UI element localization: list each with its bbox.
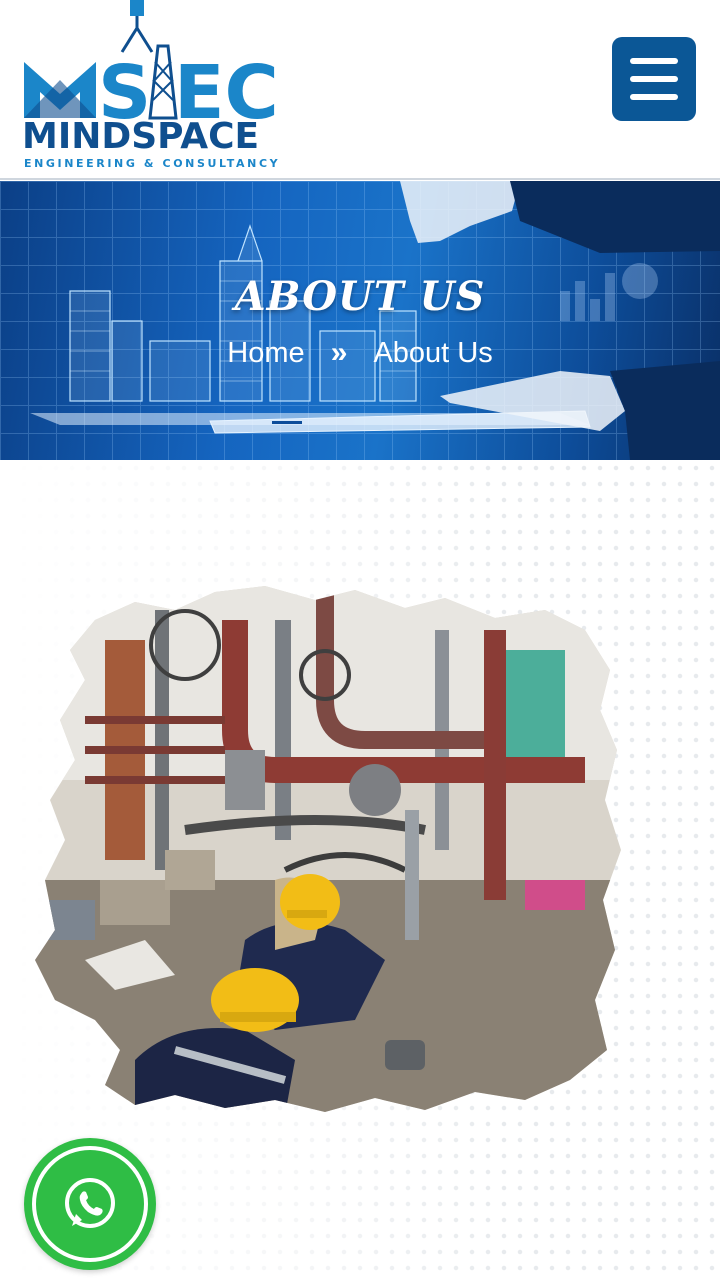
menu-button[interactable] [612, 37, 696, 121]
page-title: ABOUT US [234, 273, 486, 320]
industrial-pipework-photo [35, 586, 621, 1112]
banner-background-art [30, 181, 720, 460]
logo-name: MINDSPACE [22, 116, 260, 157]
logo-tagline: ENGINEERING & CONSULTANCY [24, 157, 281, 170]
breadcrumb-separator-icon: » [330, 336, 348, 370]
whatsapp-button[interactable] [24, 1138, 156, 1270]
whatsapp-icon [65, 1178, 115, 1228]
breadcrumb-current: About Us [373, 336, 493, 369]
site-header: S EC MINDSPACE ENGINEERING & CONSULTANCY [0, 0, 720, 180]
page-banner: ABOUT US Home » About Us [0, 181, 720, 460]
breadcrumb: Home » About Us [0, 336, 720, 370]
breadcrumb-home-link[interactable]: Home [227, 337, 304, 370]
site-logo[interactable]: S EC MINDSPACE ENGINEERING & CONSULTANCY [22, 0, 292, 178]
